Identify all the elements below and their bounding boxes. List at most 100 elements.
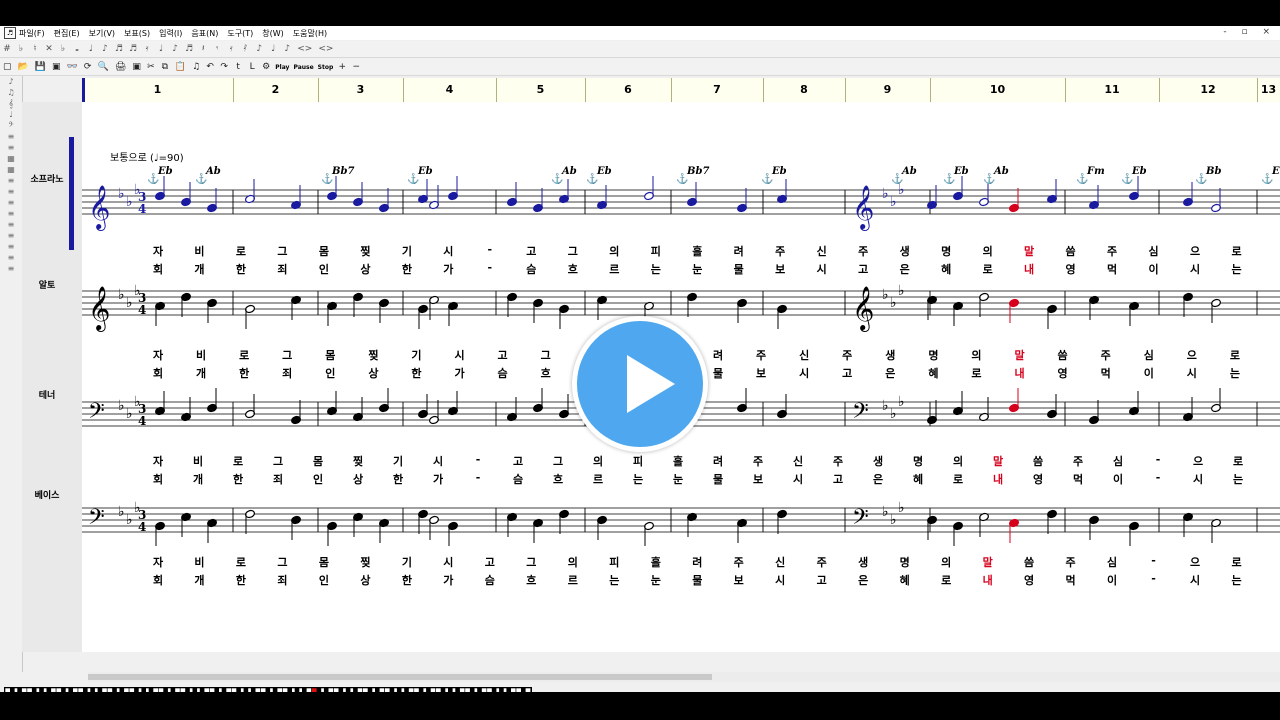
lyric-syllable[interactable]: 의 bbox=[983, 243, 993, 259]
lyric-syllable[interactable]: 르 bbox=[568, 572, 578, 588]
note-tool-6-icon[interactable]: ♩ bbox=[87, 44, 95, 54]
measure-number[interactable]: 8 bbox=[800, 83, 808, 96]
piano-black-key[interactable] bbox=[243, 688, 249, 692]
lyric-syllable[interactable]: 려 bbox=[713, 347, 723, 363]
piano-black-key[interactable] bbox=[31, 688, 37, 692]
piano-black-key[interactable] bbox=[353, 688, 358, 692]
lyric-syllable[interactable]: 려 bbox=[713, 453, 723, 469]
lyric-syllable[interactable]: 개 bbox=[193, 471, 203, 487]
piano-black-key[interactable] bbox=[338, 688, 344, 692]
note-tool-9-icon[interactable]: ♬ bbox=[129, 44, 137, 54]
lyric-syllable[interactable]: 상 bbox=[368, 365, 378, 381]
lyric-syllable[interactable]: 혜 bbox=[928, 365, 938, 381]
main-tool-10-icon[interactable]: ⧉ bbox=[161, 62, 169, 72]
left-tool-15-icon[interactable]: ≡ bbox=[0, 241, 22, 252]
measure-number[interactable]: 3 bbox=[357, 83, 365, 96]
lyric-syllable[interactable]: 시 bbox=[443, 243, 453, 259]
main-tool-9-icon[interactable]: ✂ bbox=[147, 62, 155, 72]
lyric-syllable[interactable]: 자 bbox=[153, 554, 163, 570]
lyric-syllable[interactable]: 혜 bbox=[941, 261, 951, 277]
measure-number[interactable]: 2 bbox=[272, 83, 280, 96]
lyric-syllable[interactable]: 내 bbox=[1014, 365, 1024, 381]
lyric-syllable[interactable]: 보 bbox=[775, 261, 785, 277]
menu-item-3[interactable]: 보표(S) bbox=[124, 28, 150, 39]
piano-black-key[interactable] bbox=[302, 688, 307, 692]
lyric-syllable[interactable]: 시 bbox=[817, 261, 827, 277]
lyric-syllable[interactable]: 흘 bbox=[692, 243, 702, 259]
piano-black-key[interactable] bbox=[345, 688, 351, 692]
play-button[interactable]: Play bbox=[275, 64, 289, 71]
lyric-syllable[interactable]: 고 bbox=[842, 365, 852, 381]
lyric-syllable[interactable]: 말 bbox=[983, 554, 993, 570]
lyric-syllable[interactable]: 씀 bbox=[1033, 453, 1043, 469]
piano-black-key[interactable] bbox=[61, 688, 66, 692]
lyric-syllable[interactable]: 찢 bbox=[360, 554, 370, 570]
lyric-syllable[interactable]: 영 bbox=[1066, 261, 1076, 277]
pause-button[interactable]: Pause bbox=[293, 64, 313, 71]
lyric-syllable[interactable]: 신 bbox=[799, 347, 809, 363]
lyric-syllable[interactable]: 은 bbox=[900, 261, 910, 277]
lyric-syllable[interactable]: 로 bbox=[941, 572, 951, 588]
lyric-syllable[interactable]: 내 bbox=[993, 471, 1003, 487]
lyric-syllable[interactable]: 회 bbox=[153, 261, 163, 277]
main-tool-0-icon[interactable]: ▢ bbox=[3, 62, 12, 72]
lyric-syllable[interactable]: 로 bbox=[239, 347, 249, 363]
left-tool-14-icon[interactable]: ≡ bbox=[0, 230, 22, 241]
lyric-syllable[interactable]: 주 bbox=[775, 243, 785, 259]
lyric-syllable[interactable]: 먹 bbox=[1107, 261, 1117, 277]
lyric-syllable[interactable]: 시 bbox=[1190, 572, 1200, 588]
lyric-syllable[interactable]: 로 bbox=[983, 261, 993, 277]
lyric-syllable[interactable]: 몸 bbox=[319, 554, 329, 570]
lyric-syllable[interactable]: 명 bbox=[900, 554, 910, 570]
lyric-syllable[interactable]: 물 bbox=[713, 471, 723, 487]
left-tool-9-icon[interactable]: ≡ bbox=[0, 175, 22, 186]
lyric-syllable[interactable]: 죄 bbox=[277, 261, 287, 277]
lyric-syllable[interactable]: 주 bbox=[1066, 554, 1076, 570]
lyric-syllable[interactable]: 물 bbox=[692, 572, 702, 588]
lyric-syllable[interactable]: 한 bbox=[402, 261, 412, 277]
staff-alto[interactable]: 𝄞 𝄞♭ ♭♭ ♭ ♭♭34 bbox=[82, 283, 1280, 332]
measure-number[interactable]: 4 bbox=[446, 83, 454, 96]
left-tool-7-icon[interactable]: ▦ bbox=[0, 153, 22, 164]
measure-number[interactable]: 11 bbox=[1104, 83, 1119, 96]
lyric-syllable[interactable]: 자 bbox=[153, 347, 163, 363]
lyric-syllable[interactable]: 물 bbox=[734, 261, 744, 277]
lyric-syllable[interactable]: 로 bbox=[1231, 243, 1241, 259]
piano-black-key[interactable] bbox=[119, 688, 125, 692]
piano-black-key[interactable] bbox=[250, 688, 256, 692]
lyric-syllable[interactable]: 주 bbox=[1101, 347, 1111, 363]
stop-button[interactable]: Stop bbox=[318, 64, 334, 71]
piano-black-key[interactable] bbox=[83, 688, 88, 692]
lyric-syllable[interactable]: 로 bbox=[971, 365, 981, 381]
lyric-syllable[interactable]: 시 bbox=[775, 572, 785, 588]
lyric-syllable[interactable]: - bbox=[488, 261, 493, 274]
piano-black-key[interactable] bbox=[367, 688, 373, 692]
note-tool-16-icon[interactable]: 𝄿 bbox=[227, 44, 235, 54]
main-tool-15-icon[interactable]: t bbox=[234, 62, 242, 72]
lyric-syllable[interactable]: 몸 bbox=[325, 347, 335, 363]
lyric-syllable[interactable]: 생 bbox=[900, 243, 910, 259]
lyric-syllable[interactable]: - bbox=[476, 471, 481, 484]
piano-black-key[interactable] bbox=[469, 688, 475, 692]
lyric-syllable[interactable]: 한 bbox=[236, 572, 246, 588]
note-tool-15-icon[interactable]: 𝄾 bbox=[213, 44, 221, 54]
lyric-syllable[interactable]: 로 bbox=[1233, 453, 1243, 469]
lyric-syllable[interactable]: 그 bbox=[568, 243, 578, 259]
lyric-syllable[interactable]: 고 bbox=[858, 261, 868, 277]
lyric-syllable[interactable]: 회 bbox=[153, 365, 163, 381]
lyric-syllable[interactable]: - bbox=[1156, 453, 1161, 466]
lyric-syllable[interactable]: 혜 bbox=[900, 572, 910, 588]
note-tool-21-icon[interactable]: <> bbox=[297, 44, 312, 54]
lyric-syllable[interactable]: 보 bbox=[734, 572, 744, 588]
piano-black-key[interactable] bbox=[287, 688, 292, 692]
left-tool-0-icon[interactable]: ♪ bbox=[0, 76, 22, 87]
lyric-syllable[interactable]: 시 bbox=[454, 347, 464, 363]
piano-black-key[interactable] bbox=[185, 688, 190, 692]
zoom-out-button[interactable]: − bbox=[352, 62, 361, 72]
note-tool-2-icon[interactable]: ♮ bbox=[31, 44, 39, 54]
left-tool-2-icon[interactable]: 𝄞 bbox=[0, 98, 22, 109]
lyric-syllable[interactable]: 주 bbox=[753, 453, 763, 469]
piano-black-key[interactable] bbox=[170, 688, 176, 692]
lyric-syllable[interactable]: 개 bbox=[196, 365, 206, 381]
lyric-syllable[interactable]: 눈 bbox=[651, 572, 661, 588]
